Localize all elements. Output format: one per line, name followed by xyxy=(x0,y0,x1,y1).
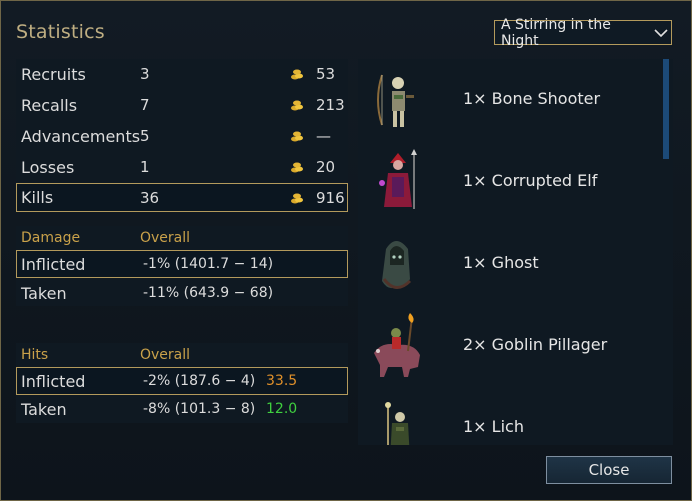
summary-panel: Recruits 3 53 Recalls 7 213 Advancements… xyxy=(16,59,348,212)
damage-inflicted-value: -1% (1401.7 − 14) xyxy=(143,256,274,272)
damage-inflicted-row[interactable]: Inflicted -1% (1401.7 − 14) xyxy=(16,250,348,278)
unit-list-item[interactable]: 1× Lich xyxy=(358,387,658,445)
damage-taken-value: -11% (643.9 − 68) xyxy=(143,285,274,301)
summary-label: Losses xyxy=(21,157,75,177)
summary-label: Recruits xyxy=(21,64,86,84)
hits-section: Hits Overall Inflicted -2% (187.6 − 4) 3… xyxy=(16,343,348,423)
scenario-select-value: A Stirring in the Night xyxy=(501,16,611,49)
kills-unit-list[interactable]: 1× Bone Shooter 1× Corrupted Elf 1× Ghos… xyxy=(358,59,673,445)
hits-taken-row: Taken -8% (101.3 − 8) 12.0 xyxy=(16,395,348,423)
scenario-select[interactable]: A Stirring in the Night xyxy=(494,17,672,49)
damage-header: Damage xyxy=(21,230,81,246)
summary-label: Kills xyxy=(21,188,54,207)
statistics-dialog: Statistics A Stirring in the Night Recru… xyxy=(0,0,692,501)
summary-gold: 53 xyxy=(316,65,336,83)
unit-list-item[interactable]: 2× Goblin Pillager xyxy=(358,305,658,387)
summary-row-losses: Losses 1 20 xyxy=(16,153,348,181)
unit-name: 1× Ghost xyxy=(463,253,539,272)
hits-inflicted-extra: 33.5 xyxy=(266,373,298,389)
summary-row-recruits: Recruits 3 53 xyxy=(16,60,348,88)
summary-row-recalls: Recalls 7 213 xyxy=(16,91,348,119)
summary-count: 36 xyxy=(140,188,160,207)
scrollbar-thumb[interactable] xyxy=(663,59,669,159)
corrupted-elf-portrait xyxy=(379,149,417,209)
hits-overall-header: Overall xyxy=(140,347,191,363)
summary-count: 5 xyxy=(140,127,150,145)
gold-icon xyxy=(291,69,303,80)
summary-count: 1 xyxy=(140,158,150,176)
summary-gold: — xyxy=(316,127,331,145)
hits-inflicted-row[interactable]: Inflicted -2% (187.6 − 4) 33.5 xyxy=(16,367,348,395)
goblin-pillager-portrait xyxy=(374,313,420,377)
dialog-title: Statistics xyxy=(16,21,105,43)
summary-gold: 213 xyxy=(316,96,345,114)
gold-icon xyxy=(291,162,303,173)
unit-name: 1× Bone Shooter xyxy=(463,89,601,108)
lich-portrait xyxy=(385,402,410,445)
hits-inflicted-label: Inflicted xyxy=(21,371,86,391)
summary-label: Advancements xyxy=(21,126,141,146)
hits-header: Hits xyxy=(21,347,49,363)
damage-section: Damage Overall Inflicted -1% (1401.7 − 1… xyxy=(16,226,348,306)
damage-taken-row: Taken -11% (643.9 − 68) xyxy=(16,279,348,307)
damage-overall-header: Overall xyxy=(140,230,191,246)
gold-icon xyxy=(291,193,303,203)
summary-gold: 20 xyxy=(316,158,336,176)
ghost-portrait xyxy=(382,241,412,289)
hits-inflicted-value: -2% (187.6 − 4) xyxy=(143,373,256,389)
hits-taken-value: -8% (101.3 − 8) xyxy=(143,401,256,417)
unit-list-item[interactable]: 1× Bone Shooter xyxy=(358,59,658,141)
unit-list-scrollbar[interactable] xyxy=(660,59,672,445)
hits-taken-extra: 12.0 xyxy=(266,401,298,417)
unit-name: 2× Goblin Pillager xyxy=(463,335,608,354)
gold-icon xyxy=(291,100,303,111)
unit-name: 1× Corrupted Elf xyxy=(463,171,598,190)
damage-inflicted-label: Inflicted xyxy=(21,254,86,274)
summary-gold: 916 xyxy=(316,188,345,207)
summary-count: 7 xyxy=(140,96,150,114)
summary-row-advancements: Advancements 5 — xyxy=(16,122,348,150)
chevron-down-icon xyxy=(651,23,671,43)
unit-name: 1× Lich xyxy=(463,417,524,436)
unit-list-item[interactable]: 1× Corrupted Elf xyxy=(358,141,658,223)
summary-label: Recalls xyxy=(21,95,78,115)
bone-shooter-portrait xyxy=(377,74,414,127)
hits-taken-label: Taken xyxy=(21,399,67,419)
close-button[interactable]: Close xyxy=(546,456,672,484)
gold-icon xyxy=(291,131,303,142)
damage-taken-label: Taken xyxy=(21,283,67,303)
summary-row-kills[interactable]: Kills 36 916 xyxy=(16,183,348,212)
unit-list-item[interactable]: 1× Ghost xyxy=(358,223,658,305)
summary-count: 3 xyxy=(140,65,150,83)
